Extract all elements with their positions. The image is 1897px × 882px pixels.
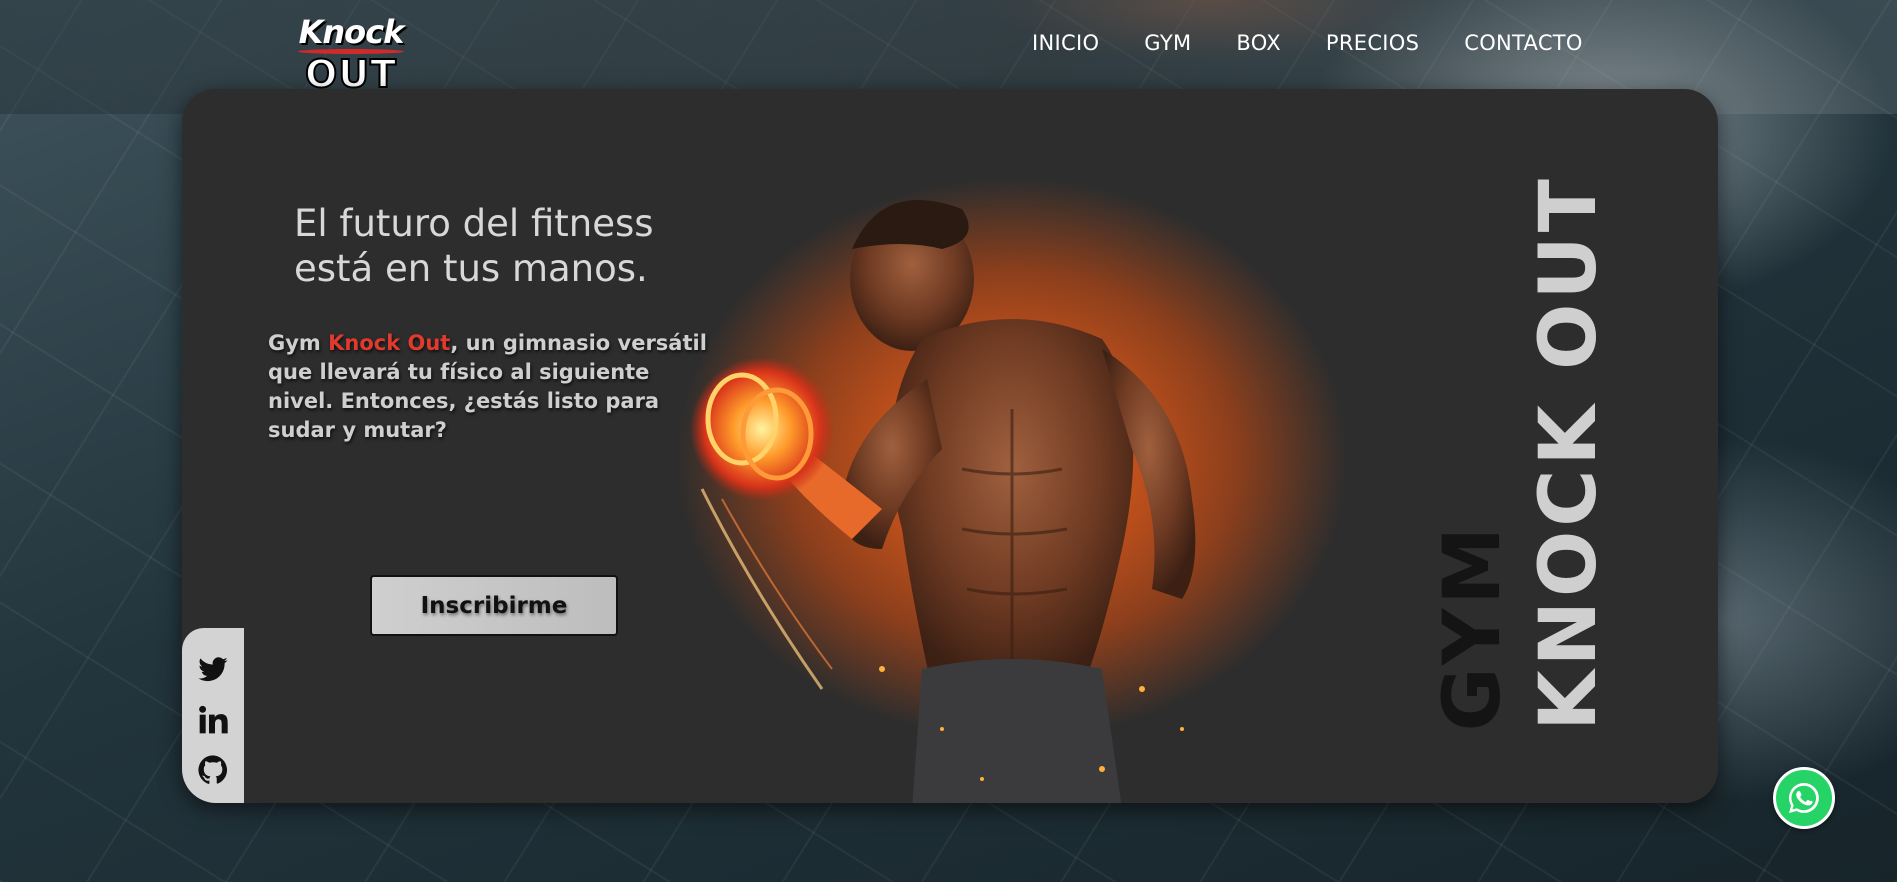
- athlete-image: [690, 200, 1196, 803]
- logo-text-bottom: OUT: [304, 52, 398, 96]
- nav-item-precios[interactable]: PRECIOS: [1326, 31, 1419, 55]
- hero-description: Gym Knock Out, un gimnasio versátil que …: [268, 329, 718, 445]
- signup-button[interactable]: Inscribirme: [370, 575, 618, 636]
- nav-item-gym[interactable]: GYM: [1144, 31, 1191, 55]
- whatsapp-button[interactable]: [1773, 767, 1835, 829]
- main-nav: INICIO GYM BOX PRECIOS CONTACTO: [1032, 31, 1583, 55]
- linkedin-icon[interactable]: [196, 704, 230, 736]
- whatsapp-icon: [1789, 783, 1819, 813]
- brand-logo[interactable]: Knock OUT: [290, 16, 412, 96]
- nav-item-contacto[interactable]: CONTACTO: [1464, 31, 1583, 55]
- nav-item-inicio[interactable]: INICIO: [1032, 31, 1099, 55]
- hero-card: El futuro del fitness está en tus manos.…: [182, 89, 1718, 803]
- twitter-icon[interactable]: [196, 654, 230, 686]
- github-icon[interactable]: [196, 754, 230, 786]
- logo-text-top: Knock: [298, 13, 405, 51]
- vertical-word-knock-out: KNOCK OUT: [1524, 175, 1614, 731]
- social-bar: [182, 628, 244, 803]
- nav-item-box[interactable]: BOX: [1236, 31, 1281, 55]
- vertical-brand-text: GYM KNOCK OUT: [1428, 171, 1614, 731]
- hero-title: El futuro del fitness está en tus manos.: [294, 201, 714, 291]
- hero-title-line-2: está en tus manos.: [294, 247, 648, 290]
- vertical-word-gym: GYM: [1428, 522, 1518, 731]
- hero-title-line-1: El futuro del fitness: [294, 202, 654, 245]
- desc-brand-accent: Knock Out: [328, 331, 451, 355]
- desc-prefix: Gym: [268, 331, 329, 355]
